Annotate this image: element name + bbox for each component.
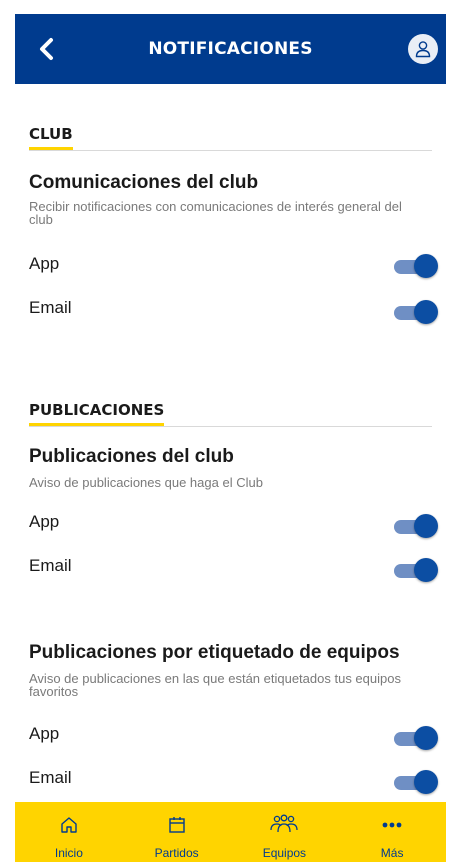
toggle-knob [414,770,438,794]
group-title: Publicaciones por etiquetado de equipos [29,642,400,663]
nav-label: Más [380,846,404,860]
nav-label: Equipos [262,846,307,860]
toggle-knob [414,514,438,538]
home-icon [59,814,79,836]
back-button[interactable] [31,34,61,64]
settings-content: CLUB Comunicaciones del club Recibir not… [15,84,446,802]
app-frame: NOTIFICACIONES CLUB Comunicaciones del c… [15,0,446,862]
club-communications-email-toggle[interactable] [394,300,438,324]
group-description: Aviso de publicaciones que haga el Club [29,475,263,490]
group-description: Aviso de publicaciones en las que están … [29,671,401,699]
option-label: Email [29,768,72,787]
option-label: Email [29,556,72,575]
status-bar-area [15,0,446,14]
nav-item-inicio[interactable]: Inicio [15,802,123,862]
nav-label: Partidos [154,846,199,860]
option-label: App [29,724,60,743]
toggle-knob [414,558,438,582]
group-title: Comunicaciones del club [29,172,259,193]
option-label: App [29,512,60,531]
profile-button[interactable] [408,34,438,64]
toggle-knob [414,726,438,750]
nav-item-partidos[interactable]: Partidos [123,802,231,862]
team-tag-publications-app-toggle[interactable] [394,726,438,750]
back-arrow-icon [40,38,53,60]
club-publications-email-toggle[interactable] [394,558,438,582]
option-label: Email [29,298,72,317]
nav-item-mas[interactable]: Más [338,802,446,862]
bottom-navigation: Inicio Partidos Equipos Más [15,802,446,862]
toggle-knob [414,300,438,324]
team-icon [269,814,299,836]
nav-label: Inicio [54,846,83,860]
page-title: NOTIFICACIONES [148,39,313,59]
user-icon [415,41,431,58]
club-communications-app-toggle[interactable] [394,254,438,278]
group-description: Recibir notificaciones con comunicacione… [29,199,402,227]
club-publications-app-toggle[interactable] [394,514,438,538]
nav-item-equipos[interactable]: Equipos [231,802,339,862]
group-title: Publicaciones del club [29,446,234,467]
section-title-club: CLUB [29,124,432,151]
section-title-publicaciones: PUBLICACIONES [29,400,432,427]
team-tag-publications-email-toggle[interactable] [394,770,438,794]
more-icon [381,814,403,836]
calendar-icon [167,814,187,836]
app-header: NOTIFICACIONES [15,14,446,84]
option-label: App [29,254,60,273]
toggle-knob [414,254,438,278]
